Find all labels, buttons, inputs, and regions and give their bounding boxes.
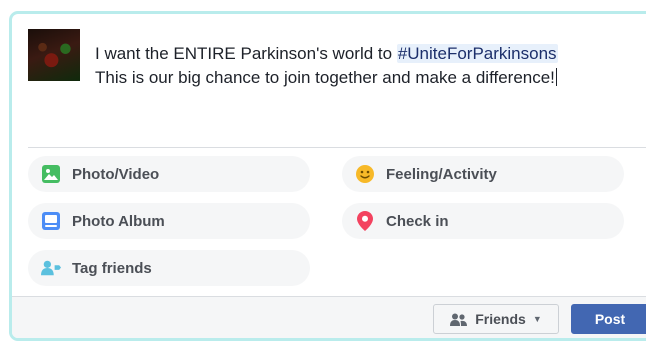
avatar bbox=[28, 29, 80, 81]
tag-friends-button[interactable]: Tag friends bbox=[28, 250, 310, 286]
hashtag-link[interactable]: #UniteForParkinsons bbox=[396, 44, 558, 63]
friends-icon bbox=[450, 313, 468, 326]
check-in-label: Check in bbox=[386, 212, 449, 230]
chevron-down-icon: ▼ bbox=[532, 314, 542, 324]
text-caret bbox=[555, 68, 557, 86]
check-in-button[interactable]: Check in bbox=[342, 203, 624, 239]
audience-label: Friends bbox=[475, 311, 526, 327]
photo-album-label: Photo Album bbox=[72, 212, 165, 230]
photo-video-label: Photo/Video bbox=[72, 165, 160, 183]
location-pin-icon bbox=[355, 211, 375, 231]
feeling-activity-label: Feeling/Activity bbox=[386, 165, 497, 183]
composer-footer: Friends ▼ Post bbox=[12, 296, 646, 338]
post-button[interactable]: Post bbox=[571, 304, 646, 334]
album-icon bbox=[41, 211, 61, 231]
divider bbox=[28, 147, 646, 148]
photo-album-button[interactable]: Photo Album bbox=[28, 203, 310, 239]
feeling-activity-button[interactable]: Feeling/Activity bbox=[342, 156, 624, 192]
photo-icon bbox=[41, 164, 61, 184]
post-text-input[interactable]: I want the ENTIRE Parkinson's world to #… bbox=[95, 42, 615, 90]
post-text-rest: This is our big chance to join together … bbox=[95, 68, 555, 87]
post-composer: I want the ENTIRE Parkinson's world to #… bbox=[9, 11, 646, 341]
post-text-line1: I want the ENTIRE Parkinson's world to bbox=[95, 44, 397, 63]
photo-video-button[interactable]: Photo/Video bbox=[28, 156, 310, 192]
tag-friends-label: Tag friends bbox=[72, 259, 152, 277]
audience-selector[interactable]: Friends ▼ bbox=[433, 304, 559, 334]
smiley-icon bbox=[355, 164, 375, 184]
tag-friends-icon bbox=[41, 258, 61, 278]
